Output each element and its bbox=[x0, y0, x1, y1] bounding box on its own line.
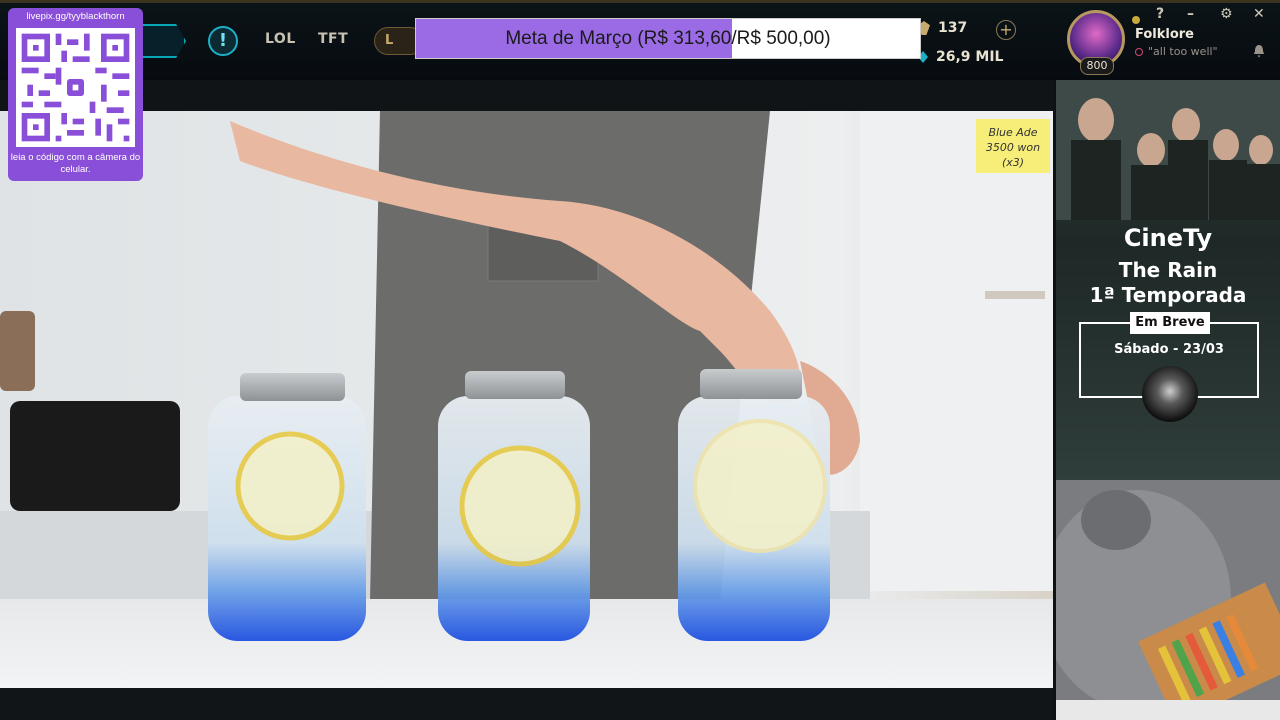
cast-photo bbox=[1056, 80, 1280, 225]
ad-logo bbox=[1142, 366, 1198, 422]
bell-icon[interactable] bbox=[1253, 44, 1265, 58]
add-rp-button[interactable]: + bbox=[996, 20, 1016, 40]
qr-code-image bbox=[16, 28, 135, 147]
minimize-icon[interactable]: – bbox=[1187, 6, 1194, 22]
stream-video: Blue Ade 3500 won (x3) bbox=[0, 111, 1053, 688]
nav-lol[interactable]: LOL bbox=[265, 31, 296, 47]
stream-bottom-strip bbox=[0, 688, 1053, 720]
ad-brand: CineTy bbox=[1123, 224, 1213, 252]
status-message-text: "all too well" bbox=[1148, 45, 1218, 58]
qr-caption: leia o código com a câmera do celular. bbox=[10, 152, 141, 175]
cat-camera bbox=[1056, 480, 1280, 720]
ad-date: Sábado - 23/03 bbox=[1114, 342, 1224, 357]
nav-tft[interactable]: TFT bbox=[318, 31, 348, 47]
ad-season: 1ª Temporada bbox=[1089, 283, 1247, 307]
sticky-note-line-3: (x3) bbox=[1002, 156, 1024, 169]
close-icon[interactable]: ✕ bbox=[1253, 6, 1265, 22]
alert-icon[interactable]: ! bbox=[208, 26, 238, 56]
status-dot bbox=[1132, 16, 1140, 24]
donation-goal-bar: Meta de Março (R$ 313,60/R$ 500,00) bbox=[415, 18, 921, 59]
qr-url: livepix.gg/tyyblackthorn bbox=[26, 11, 125, 22]
stream-top-strip bbox=[0, 80, 1053, 111]
side-panel: CineTy The Rain 1ª Temporada Em Breve Sá… bbox=[1053, 80, 1280, 720]
ad-poster: CineTy The Rain 1ª Temporada Em Breve Sá… bbox=[1056, 80, 1280, 480]
qr-code-overlay: livepix.gg/tyyblackthorn leia o código c… bbox=[8, 8, 143, 181]
goal-text: Meta de Março (R$ 313,60/R$ 500,00) bbox=[505, 28, 831, 49]
level-badge: 800 bbox=[1080, 57, 1114, 75]
sticky-note-line-2: 3500 won bbox=[986, 141, 1040, 154]
status-message[interactable]: "all too well" bbox=[1135, 45, 1218, 58]
blue-essence: 26,9 MIL bbox=[918, 49, 1003, 65]
riot-points: 137 bbox=[918, 20, 967, 36]
status-icon bbox=[1135, 48, 1143, 56]
ad-show-title: The Rain bbox=[1118, 258, 1218, 282]
ad-badge: Em Breve bbox=[1130, 312, 1210, 334]
help-icon[interactable]: ? bbox=[1156, 6, 1164, 22]
sticky-note-line-1: Blue Ade bbox=[988, 126, 1037, 139]
rp-value: 137 bbox=[938, 20, 968, 36]
settings-icon[interactable]: ⚙ bbox=[1220, 6, 1233, 22]
topbar-accent-line bbox=[0, 0, 1280, 3]
video-frame: Blue Ade 3500 won (x3) bbox=[0, 111, 1053, 688]
username[interactable]: Folklore bbox=[1135, 27, 1194, 42]
be-value: 26,9 MIL bbox=[936, 49, 1004, 65]
